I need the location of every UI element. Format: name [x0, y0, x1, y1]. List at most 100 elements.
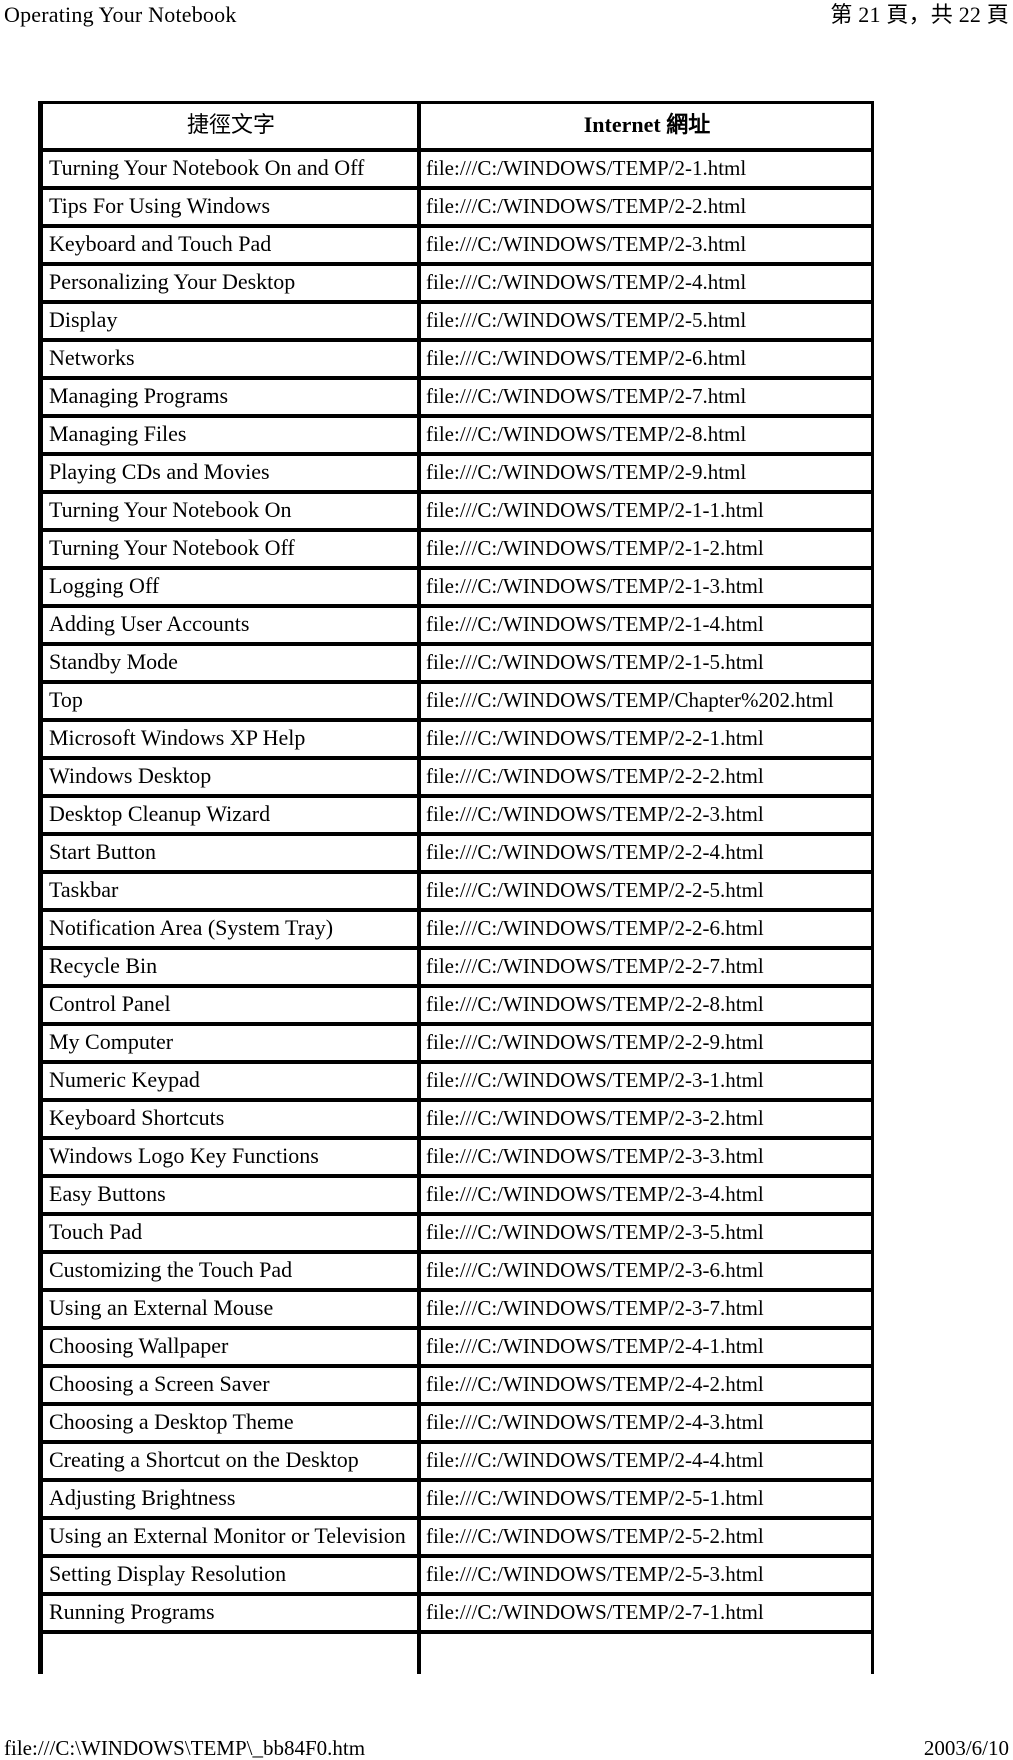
table-row: Windows Desktop file:///C:/WINDOWS/TEMP/2… [41, 758, 873, 796]
cell-shortcut-text: Logging Off [41, 568, 419, 606]
cell-shortcut-text: Standby Mode [41, 644, 419, 682]
cell-shortcut-text: Using an External Monitor or Television [41, 1518, 419, 1556]
cell-shortcut-text: Choosing a Screen Saver [41, 1366, 419, 1404]
table-row: Adding User Accounts file:///C:/WINDOWS/T… [41, 606, 873, 644]
table-row: Microsoft Windows XP Help file:///C:/WIND… [41, 720, 873, 758]
table-row: Creating a Shortcut on the Desktop file:/… [41, 1442, 873, 1480]
table-row: My Computer file:///C:/WINDOWS/TEMP/2-2-9… [41, 1024, 873, 1062]
cell-shortcut-text: Taskbar [41, 872, 419, 910]
cell-shortcut-text: Numeric Keypad [41, 1062, 419, 1100]
cell-shortcut-text: Turning Your Notebook Off [41, 530, 419, 568]
table-row [41, 1632, 873, 1674]
cell-shortcut-text: Adjusting Brightness [41, 1480, 419, 1518]
column-header-shortcut-text: 捷徑文字 [41, 102, 419, 150]
cell-internet-address: file:///C:/WINDOWS/TEMP/2-2.html [419, 188, 873, 226]
cell-shortcut-text: Keyboard Shortcuts [41, 1100, 419, 1138]
cell-shortcut-text: Turning Your Notebook On [41, 492, 419, 530]
cell-shortcut-text: Windows Logo Key Functions [41, 1138, 419, 1176]
footer-print-date: 2003/6/10 [923, 1736, 1009, 1760]
table-row: Using an External Monitor or Television f… [41, 1518, 873, 1556]
cell-shortcut-text: Turning Your Notebook On and Off [41, 150, 419, 188]
cell-internet-address: file:///C:/WINDOWS/TEMP/2-2-6.html [419, 910, 873, 948]
cell-internet-address: file:///C:/WINDOWS/TEMP/2-2-7.html [419, 948, 873, 986]
table-row: Choosing a Desktop Theme file:///C:/WINDO… [41, 1404, 873, 1442]
table-row: Tips For Using Windows file:///C:/WINDOWS… [41, 188, 873, 226]
cell-shortcut-text: Top [41, 682, 419, 720]
cell-shortcut-text [41, 1632, 419, 1674]
cell-internet-address [419, 1632, 873, 1674]
footer-source-path: file:///C:\WINDOWS\TEMP\_bb84F0.htm [4, 1736, 366, 1760]
cell-internet-address: file:///C:/WINDOWS/TEMP/2-3-1.html [419, 1062, 873, 1100]
cell-internet-address: file:///C:/WINDOWS/TEMP/2-4-4.html [419, 1442, 873, 1480]
table-body: Turning Your Notebook On and Off file:///… [41, 150, 873, 1674]
cell-shortcut-text: Control Panel [41, 986, 419, 1024]
cell-shortcut-text: Playing CDs and Movies [41, 454, 419, 492]
table-row: Recycle Bin file:///C:/WINDOWS/TEMP/2-2-7… [41, 948, 873, 986]
cell-internet-address: file:///C:/WINDOWS/TEMP/2-7.html [419, 378, 873, 416]
cell-internet-address: file:///C:/WINDOWS/TEMP/2-2-2.html [419, 758, 873, 796]
page-number-indicator: 第 21 頁，共 22 頁 [830, 2, 1009, 27]
table-row: Logging Off file:///C:/WINDOWS/TEMP/2-1-3… [41, 568, 873, 606]
cell-shortcut-text: Creating a Shortcut on the Desktop [41, 1442, 419, 1480]
cell-internet-address: file:///C:/WINDOWS/TEMP/2-1-2.html [419, 530, 873, 568]
shortcut-link-table: 捷徑文字 Internet 網址 Turning Your Notebook O… [38, 101, 874, 1674]
cell-internet-address: file:///C:/WINDOWS/TEMP/2-1-4.html [419, 606, 873, 644]
cell-shortcut-text: Easy Buttons [41, 1176, 419, 1214]
table-row: Turning Your Notebook Off file:///C:/WIND… [41, 530, 873, 568]
cell-internet-address: file:///C:/WINDOWS/TEMP/2-3-3.html [419, 1138, 873, 1176]
cell-shortcut-text: Windows Desktop [41, 758, 419, 796]
table-row: Taskbar file:///C:/WINDOWS/TEMP/2-2-5.htm… [41, 872, 873, 910]
cell-shortcut-text: Notification Area (System Tray) [41, 910, 419, 948]
cell-shortcut-text: Desktop Cleanup Wizard [41, 796, 419, 834]
table-row: Personalizing Your Desktop file:///C:/WIN… [41, 264, 873, 302]
table-row: Networks file:///C:/WINDOWS/TEMP/2-6.html [41, 340, 873, 378]
table-row: Desktop Cleanup Wizard file:///C:/WINDOWS… [41, 796, 873, 834]
cell-internet-address: file:///C:/WINDOWS/TEMP/2-7-1.html [419, 1594, 873, 1632]
cell-shortcut-text: Recycle Bin [41, 948, 419, 986]
cell-internet-address: file:///C:/WINDOWS/TEMP/2-2-9.html [419, 1024, 873, 1062]
cell-internet-address: file:///C:/WINDOWS/TEMP/2-5-1.html [419, 1480, 873, 1518]
cell-internet-address: file:///C:/WINDOWS/TEMP/2-9.html [419, 454, 873, 492]
cell-internet-address: file:///C:/WINDOWS/TEMP/2-3-4.html [419, 1176, 873, 1214]
table-row: Using an External Mouse file:///C:/WINDOW… [41, 1290, 873, 1328]
cell-shortcut-text: Managing Files [41, 416, 419, 454]
table-row: Turning Your Notebook On and Off file:///… [41, 150, 873, 188]
cell-shortcut-text: Microsoft Windows XP Help [41, 720, 419, 758]
cell-internet-address: file:///C:/WINDOWS/TEMP/2-4-2.html [419, 1366, 873, 1404]
cell-shortcut-text: Adding User Accounts [41, 606, 419, 644]
document-title: Operating Your Notebook [4, 2, 237, 27]
cell-internet-address: file:///C:/WINDOWS/TEMP/Chapter%202.html [419, 682, 873, 720]
cell-shortcut-text: Choosing a Desktop Theme [41, 1404, 419, 1442]
shortcut-link-table-container: 捷徑文字 Internet 網址 Turning Your Notebook O… [38, 101, 874, 1674]
cell-shortcut-text: Setting Display Resolution [41, 1556, 419, 1594]
table-row: Display file:///C:/WINDOWS/TEMP/2-5.html [41, 302, 873, 340]
table-row: Adjusting Brightness file:///C:/WINDOWS/T… [41, 1480, 873, 1518]
cell-shortcut-text: Managing Programs [41, 378, 419, 416]
cell-shortcut-text: Start Button [41, 834, 419, 872]
cell-internet-address: file:///C:/WINDOWS/TEMP/2-1-1.html [419, 492, 873, 530]
table-row: Standby Mode file:///C:/WINDOWS/TEMP/2-1-… [41, 644, 873, 682]
cell-internet-address: file:///C:/WINDOWS/TEMP/2-5-3.html [419, 1556, 873, 1594]
cell-internet-address: file:///C:/WINDOWS/TEMP/2-1.html [419, 150, 873, 188]
cell-internet-address: file:///C:/WINDOWS/TEMP/2-2-5.html [419, 872, 873, 910]
table-row: Easy Buttons file:///C:/WINDOWS/TEMP/2-3-… [41, 1176, 873, 1214]
cell-shortcut-text: Running Programs [41, 1594, 419, 1632]
table-row: Top file:///C:/WINDOWS/TEMP/Chapter%202.h… [41, 682, 873, 720]
table-row: Start Button file:///C:/WINDOWS/TEMP/2-2-… [41, 834, 873, 872]
table-row: Keyboard Shortcuts file:///C:/WINDOWS/TEM… [41, 1100, 873, 1138]
cell-shortcut-text: Networks [41, 340, 419, 378]
cell-internet-address: file:///C:/WINDOWS/TEMP/2-1-3.html [419, 568, 873, 606]
cell-shortcut-text: Keyboard and Touch Pad [41, 226, 419, 264]
cell-shortcut-text: My Computer [41, 1024, 419, 1062]
table-row: Choosing Wallpaper file:///C:/WINDOWS/TEM… [41, 1328, 873, 1366]
table-header-row: 捷徑文字 Internet 網址 [41, 102, 873, 150]
table-row: Playing CDs and Movies file:///C:/WINDOWS… [41, 454, 873, 492]
table-row: Customizing the Touch Pad file:///C:/WIND… [41, 1252, 873, 1290]
column-header-internet-address: Internet 網址 [419, 102, 873, 150]
table-row: Running Programs file:///C:/WINDOWS/TEMP/… [41, 1594, 873, 1632]
table-row: Notification Area (System Tray) file:///C… [41, 910, 873, 948]
page-footer: file:///C:\WINDOWS\TEMP\_bb84F0.htm 2003… [0, 1736, 1013, 1760]
cell-internet-address: file:///C:/WINDOWS/TEMP/2-1-5.html [419, 644, 873, 682]
table-row: Touch Pad file:///C:/WINDOWS/TEMP/2-3-5.h… [41, 1214, 873, 1252]
table-header: 捷徑文字 Internet 網址 [41, 102, 873, 150]
